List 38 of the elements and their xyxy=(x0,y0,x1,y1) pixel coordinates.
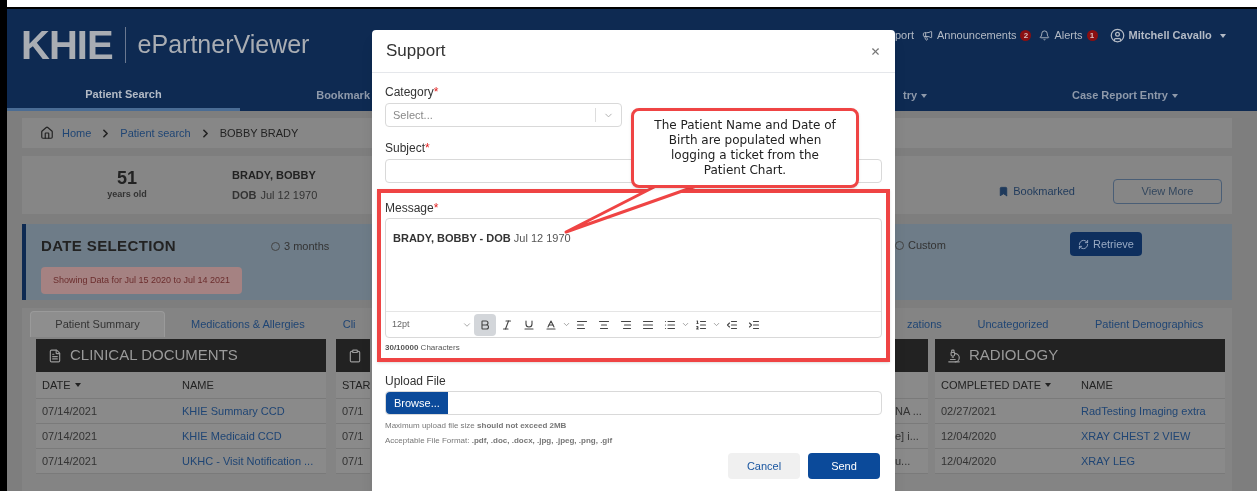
patient-age: 51 xyxy=(117,168,137,189)
count-badge: 2 xyxy=(1020,30,1032,41)
radio-label: Custom xyxy=(908,238,946,253)
section-title: DATE SELECTION xyxy=(41,236,177,256)
table-cell-text: u... xyxy=(895,453,912,469)
dob-label: DOB xyxy=(232,188,257,203)
table-cell-text: 07/14/2021 xyxy=(41,453,99,469)
app-name: ePartnerViewer xyxy=(137,28,310,60)
character-counter: 30/10000 Characters xyxy=(385,342,461,354)
upload-note: Acceptable File Format: .pdf, .doc, .docx, .jpg, .jpeg, .png, .gif xyxy=(385,436,614,446)
date-range-notice: Showing Data for Jul 15 2020 to Jul 14 2021 xyxy=(41,266,243,294)
panel-title: CLINICAL DOCUMENTS xyxy=(70,345,238,366)
table-cell-text: e] i... xyxy=(895,428,920,444)
table-cell-text: 07/14/2021 xyxy=(41,428,99,444)
table-cell-text: NA ... xyxy=(895,403,923,419)
radio-label: 3 months xyxy=(284,239,330,254)
message-text: BRADY, BOBBY - DOB Jul 12 1970 xyxy=(393,232,571,244)
required-mark: * xyxy=(433,84,439,101)
table-cell-text: 02/27/2021 xyxy=(940,403,998,419)
age-label: years old xyxy=(107,188,147,202)
table-cell-text: 07/14/2021 xyxy=(41,403,99,419)
required-mark: * xyxy=(425,140,430,157)
required-mark: * xyxy=(433,200,439,217)
count-badge: 1 xyxy=(1086,30,1098,41)
table-cell-text: 07/1 xyxy=(341,428,365,444)
field-label: Upload File xyxy=(385,373,447,390)
field-label: Message xyxy=(385,200,434,217)
patient-name: BRADY, BOBBY xyxy=(232,167,317,183)
dob-value: Jul 12 1970 xyxy=(260,188,318,203)
table-cell-text: 07/1 xyxy=(341,403,365,419)
field-label: Subject xyxy=(385,140,426,157)
upload-note: Maximum upload file size should not exceed 2MB xyxy=(385,421,568,431)
field-label: Category xyxy=(385,84,434,101)
table-cell-text: 12/04/2020 xyxy=(940,453,998,469)
table-cell-text: 07/1 xyxy=(341,453,365,469)
dialog-title: Support xyxy=(386,40,446,63)
panel-title: RADIOLOGY xyxy=(969,345,1059,366)
table-cell-text: 12/04/2020 xyxy=(940,428,998,444)
